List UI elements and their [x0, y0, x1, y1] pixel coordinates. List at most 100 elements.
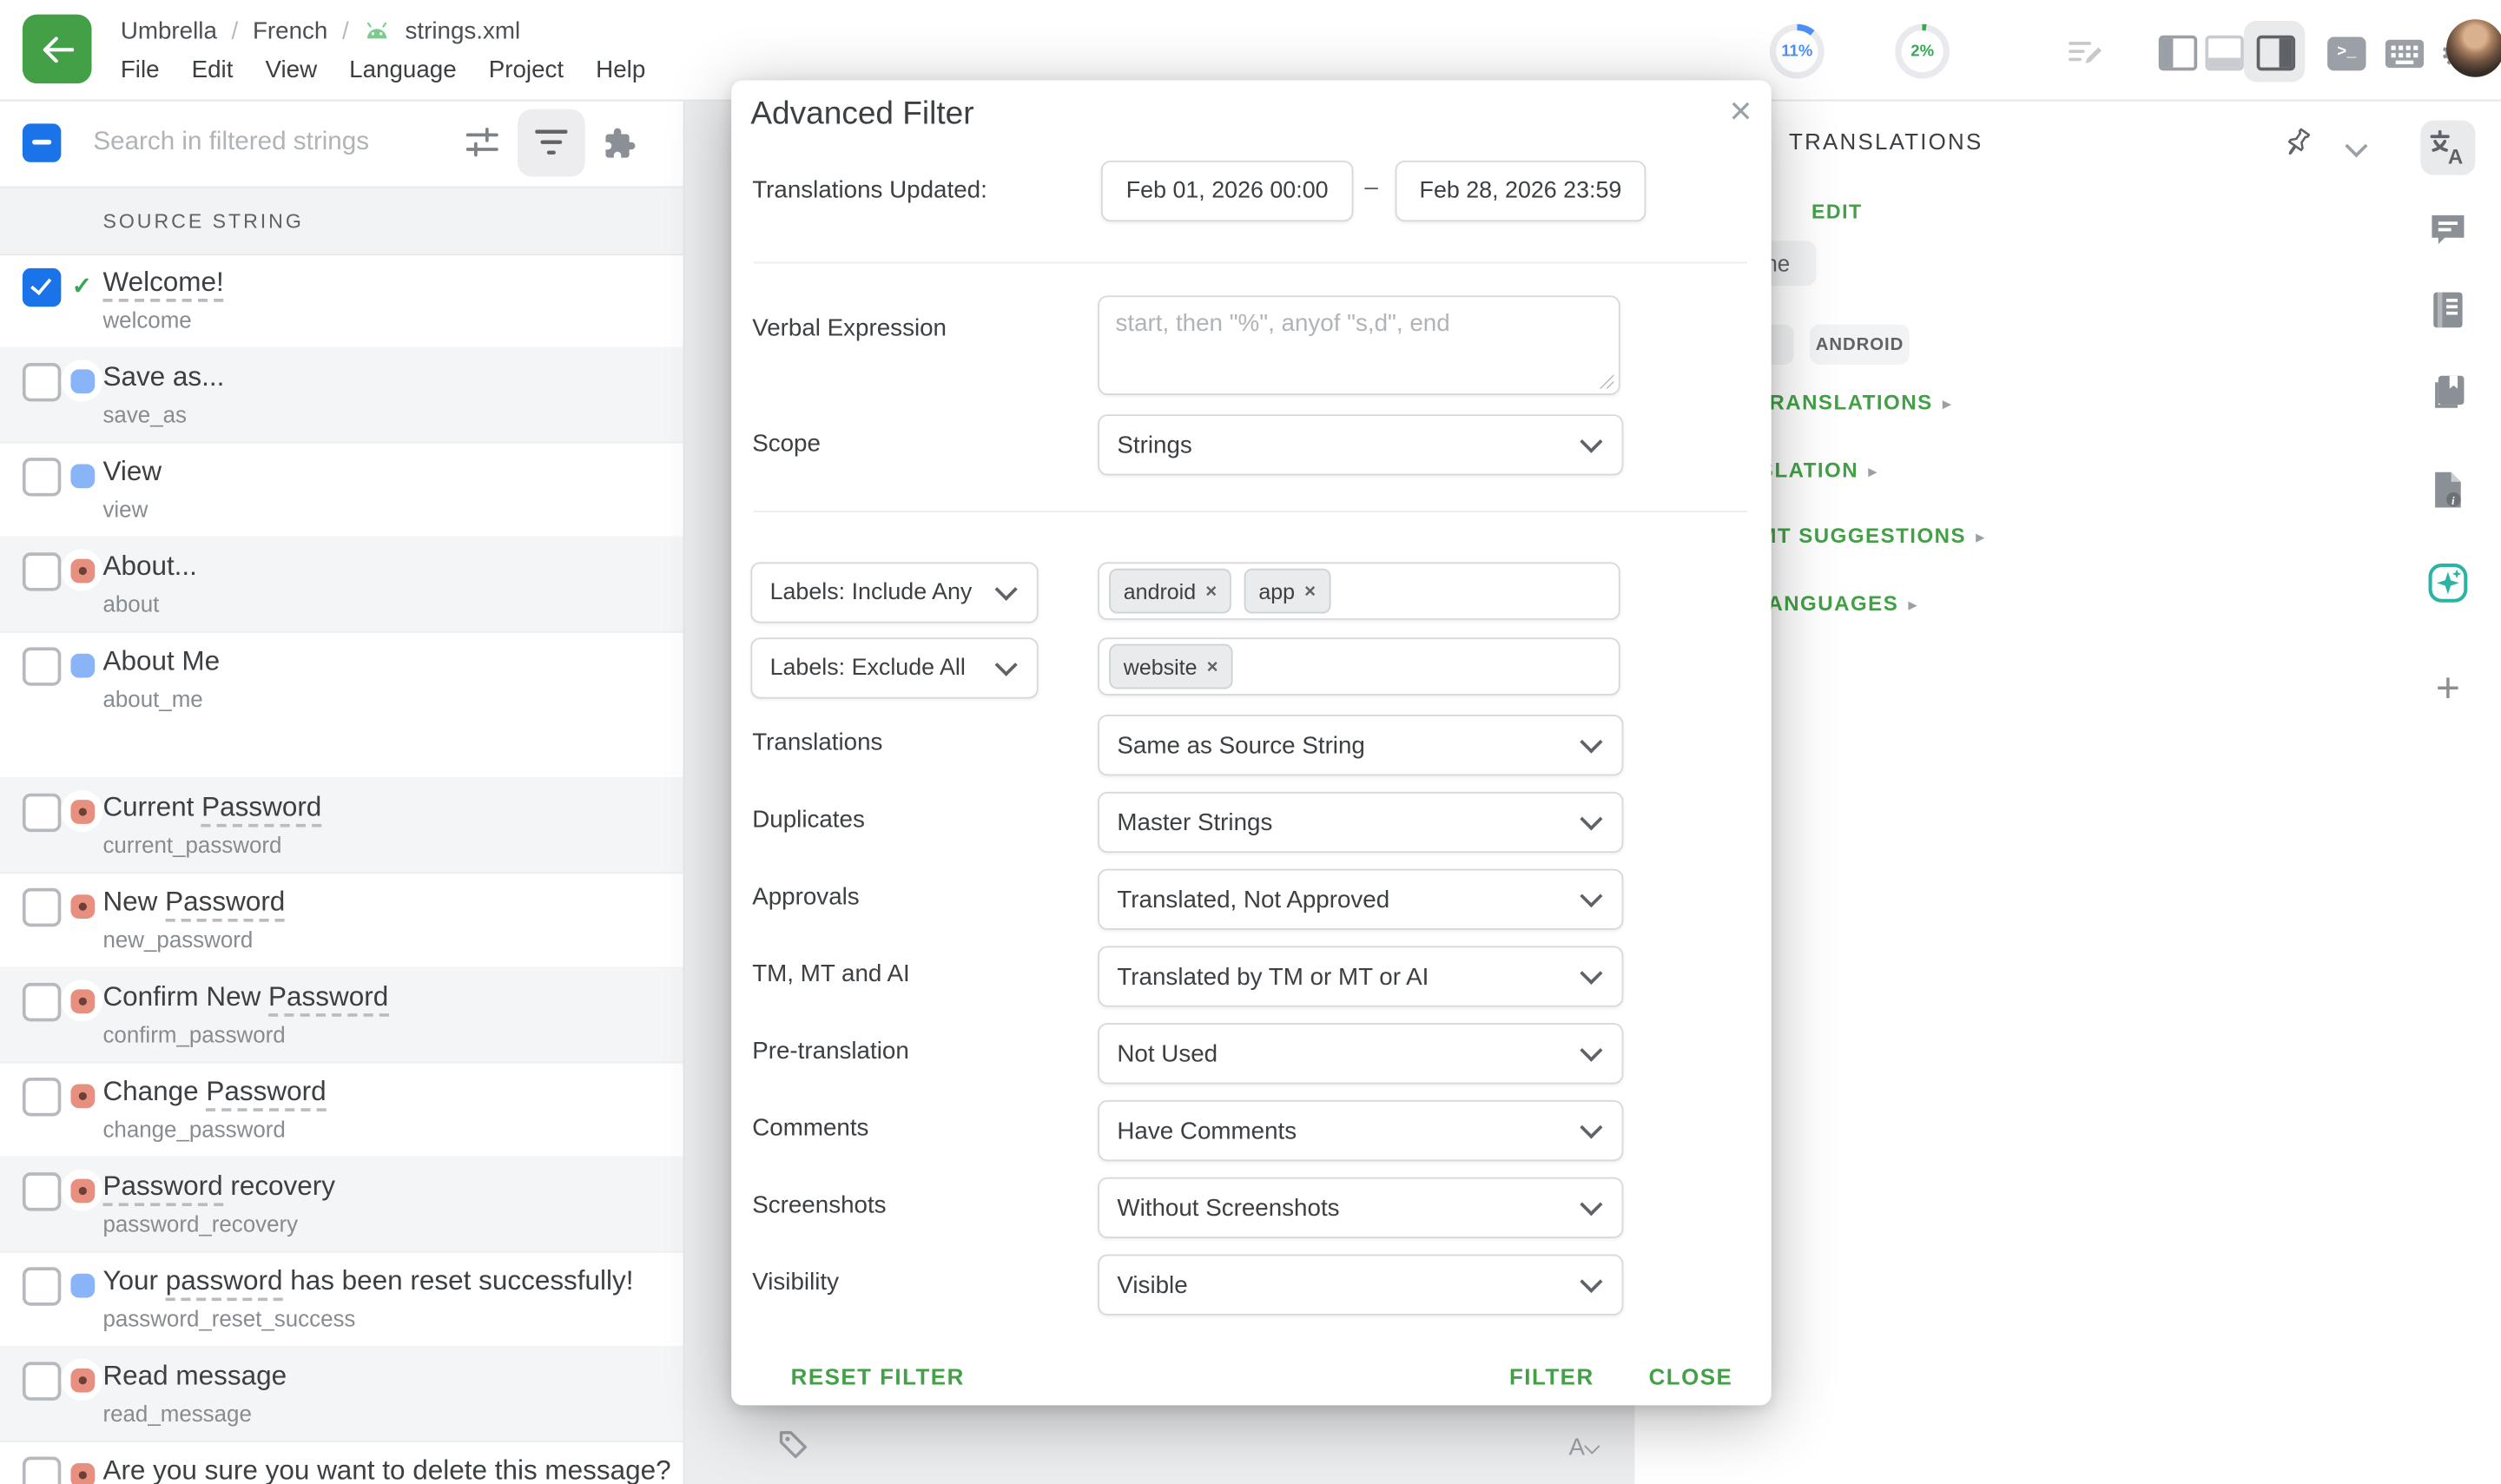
resize-grip[interactable] [1600, 374, 1614, 389]
pre-translation-select[interactable]: Not Used [1098, 1023, 1623, 1084]
row-checkbox[interactable] [23, 363, 61, 401]
breadcrumb-language[interactable]: French [253, 16, 327, 43]
row-checkbox[interactable] [23, 1078, 61, 1116]
row-checkbox[interactable] [23, 552, 61, 590]
source-string-text: Password recovery [102, 1171, 335, 1203]
string-row[interactable]: ✓Welcome!welcome [0, 252, 683, 348]
drafts-pencil-icon[interactable] [2067, 34, 2105, 72]
tag-icon[interactable] [778, 1429, 808, 1460]
string-row[interactable]: Read messageread_message [0, 1346, 683, 1442]
filter-icon[interactable] [518, 109, 585, 177]
row-checkbox[interactable] [23, 458, 61, 496]
menu-project[interactable]: Project [489, 56, 564, 83]
filter-button[interactable]: FILTER [1509, 1362, 1594, 1388]
duplicates-select[interactable]: Master Strings [1098, 792, 1623, 853]
string-row[interactable]: Password recovery password_recovery [0, 1157, 683, 1253]
translations-select[interactable]: Same as Source String [1098, 715, 1623, 775]
books-icon[interactable] [2420, 365, 2475, 419]
menu-edit[interactable]: Edit [192, 56, 234, 83]
menu-language[interactable]: Language [349, 56, 457, 83]
string-row[interactable]: Viewview [0, 442, 683, 538]
font-size-icon[interactable]: A [1568, 1435, 1597, 1461]
avatar[interactable] [2446, 19, 2501, 77]
pin-icon[interactable] [2284, 127, 2313, 157]
comment-icon[interactable] [2420, 202, 2475, 257]
labels-include-tags[interactable]: android× app× [1098, 562, 1620, 620]
row-checkbox[interactable] [23, 983, 61, 1021]
string-key: current_password [102, 832, 281, 858]
puzzle-icon[interactable] [601, 123, 639, 162]
reset-filter-button[interactable]: RESET FILTER [791, 1362, 965, 1388]
exclude-chip-website[interactable]: website× [1109, 644, 1232, 689]
labels-exclude-select[interactable]: Labels: Exclude All [750, 637, 1038, 698]
labels-exclude-tags[interactable]: website× [1098, 637, 1620, 696]
label-chip-android[interactable]: ANDROID [1810, 325, 1910, 365]
breadcrumb-project[interactable]: Umbrella [121, 16, 217, 43]
tm-mt-and-ai-select[interactable]: Translated by TM or MT or AI [1098, 946, 1623, 1006]
translate-icon[interactable]: A [2420, 121, 2475, 175]
include-chip-app[interactable]: app× [1244, 569, 1330, 614]
breadcrumb-file[interactable]: strings.xml [406, 16, 521, 43]
tune-icon[interactable] [463, 123, 501, 162]
string-row[interactable]: Save as...save_as [0, 347, 683, 444]
layout-left-icon[interactable] [2159, 34, 2197, 72]
status-issue-icon [61, 1454, 102, 1484]
labels-include-select[interactable]: Labels: Include Any [750, 562, 1038, 623]
chip-remove-icon[interactable]: × [1304, 580, 1316, 603]
string-row[interactable]: About Meabout_me [0, 631, 683, 779]
ai-sparkle-icon[interactable] [2420, 556, 2475, 610]
string-row[interactable]: Are you sure you want to delete this mes… [0, 1441, 683, 1484]
select-all-checkbox[interactable] [23, 123, 61, 162]
chip-remove-icon[interactable]: × [1207, 656, 1218, 678]
date-from-input[interactable]: Feb 01, 2026 00:00 [1101, 161, 1354, 221]
row-checkbox[interactable] [23, 888, 61, 927]
screenshots-label: Screenshots [752, 1191, 886, 1218]
file-info-icon[interactable]: i [2420, 463, 2475, 518]
status-issue-icon [61, 1074, 102, 1116]
verbal-expression-textarea[interactable]: start, then "%", anyof "s,d", end [1098, 295, 1620, 395]
plus-icon[interactable]: + [2420, 660, 2475, 715]
approved-progress-ring[interactable]: 2% [1895, 24, 1950, 79]
visibility-select[interactable]: Visible [1098, 1255, 1623, 1316]
string-row[interactable]: About...about [0, 537, 683, 633]
string-row[interactable]: Change Passwordchange_password [0, 1062, 683, 1158]
string-row[interactable]: Your password has been reset successfull… [0, 1251, 683, 1348]
layout-bottom-icon[interactable] [2205, 34, 2243, 72]
string-row[interactable]: New Passwordnew_password [0, 872, 683, 968]
string-row[interactable]: Current Passwordcurrent_password [0, 777, 683, 874]
chevron-right-icon: ▸ [1976, 529, 1986, 548]
back-button[interactable] [23, 15, 92, 84]
row-checkbox[interactable] [23, 647, 61, 685]
keyboard-icon[interactable] [2386, 34, 2424, 72]
journal-icon[interactable] [2420, 283, 2475, 338]
terminal-icon[interactable]: >_ [2327, 34, 2366, 72]
menu-view[interactable]: View [265, 56, 317, 83]
scope-select[interactable]: Strings [1098, 414, 1623, 475]
edit-link[interactable]: EDIT [1811, 201, 1863, 223]
search-input[interactable] [90, 127, 434, 159]
string-row[interactable]: Confirm New Passwordconfirm_password [0, 966, 683, 1063]
row-checkbox[interactable] [23, 1267, 61, 1305]
menu-file[interactable]: File [121, 56, 160, 83]
close-icon[interactable]: × [1730, 93, 1752, 131]
chip-remove-icon[interactable]: × [1205, 580, 1217, 603]
status-translated-icon: ✓ [61, 265, 102, 307]
section-translations[interactable]: TRANSLATIONS▸ [1755, 390, 1952, 414]
row-checkbox[interactable] [23, 1457, 61, 1484]
close-button[interactable]: CLOSE [1649, 1362, 1733, 1388]
row-checkbox[interactable] [23, 268, 61, 307]
translated-progress-ring[interactable]: 11% [1770, 24, 1825, 79]
comments-select[interactable]: Have Comments [1098, 1100, 1623, 1161]
row-checkbox[interactable] [23, 794, 61, 832]
arrow-left-icon [41, 36, 73, 63]
chevron-down-icon[interactable] [2345, 135, 2367, 157]
layout-right-icon[interactable] [2257, 34, 2295, 72]
menu-help[interactable]: Help [596, 56, 645, 83]
approvals-select[interactable]: Translated, Not Approved [1098, 869, 1623, 930]
screenshots-select[interactable]: Without Screenshots [1098, 1177, 1623, 1238]
string-key: password_recovery [102, 1211, 298, 1237]
row-checkbox[interactable] [23, 1362, 61, 1400]
row-checkbox[interactable] [23, 1172, 61, 1210]
date-to-input[interactable]: Feb 28, 2026 23:59 [1396, 161, 1646, 221]
include-chip-android[interactable]: android× [1109, 569, 1231, 614]
